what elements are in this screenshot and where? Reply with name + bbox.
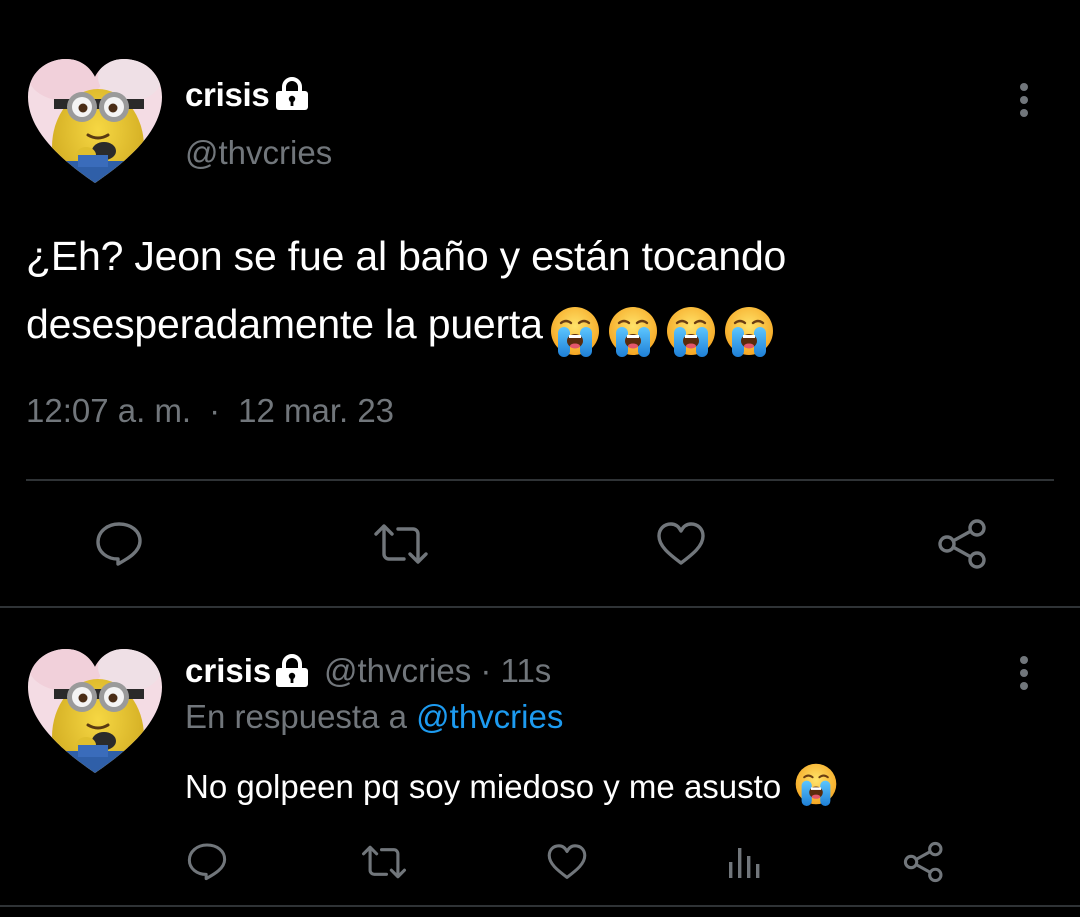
loudly-crying-face-icon xyxy=(549,305,601,357)
lock-icon xyxy=(276,77,308,110)
avatar[interactable] xyxy=(26,55,164,185)
divider xyxy=(0,905,1080,907)
tweet-text: ¿Eh? Jeon se fue al baño y están tocando… xyxy=(26,222,1036,362)
avatar[interactable] xyxy=(26,645,164,775)
separator: · xyxy=(209,392,221,429)
handle[interactable]: @thvcries xyxy=(185,134,332,172)
share-icon[interactable] xyxy=(903,841,945,883)
reply-header: crisis xyxy=(185,652,271,690)
display-name[interactable]: crisis xyxy=(185,652,271,689)
reply-prefix: En respuesta a xyxy=(185,698,407,735)
reply-text: No golpeen pq soy miedoso y me asusto xyxy=(185,762,838,806)
loudly-crying-face-icon xyxy=(607,305,659,357)
section-divider xyxy=(0,606,1080,608)
time-ago[interactable]: 11s xyxy=(501,652,552,689)
like-icon[interactable] xyxy=(546,843,588,881)
reply-context: En respuesta a @thvcries xyxy=(185,698,563,736)
analytics-icon[interactable] xyxy=(727,842,761,880)
display-name[interactable]: crisis xyxy=(185,76,270,114)
tweet-meta: 12:07 a. m. · 12 mar. 23 xyxy=(26,392,394,430)
loudly-crying-face-icon xyxy=(665,305,717,357)
lock-icon xyxy=(276,654,308,687)
tweet-time[interactable]: 12:07 a. m. xyxy=(26,392,191,429)
loudly-crying-face-icon xyxy=(794,762,838,806)
reply-icon[interactable] xyxy=(94,518,144,568)
reply-body: No golpeen pq soy miedoso y me asusto xyxy=(185,768,782,805)
handle[interactable]: @thvcries xyxy=(324,652,471,689)
divider xyxy=(26,479,1054,481)
like-icon[interactable] xyxy=(655,521,707,567)
separator: · xyxy=(480,652,492,689)
more-options-icon[interactable] xyxy=(1018,82,1030,118)
main-tweet[interactable]: crisis @thvcries ¿Eh? Jeon se fue al bañ… xyxy=(0,0,1080,607)
tweet-date[interactable]: 12 mar. 23 xyxy=(238,392,394,429)
reply-icon[interactable] xyxy=(186,840,228,882)
retweet-icon[interactable] xyxy=(360,844,408,880)
share-icon[interactable] xyxy=(937,518,989,570)
tweet-thread: crisis @thvcries ¿Eh? Jeon se fue al bañ… xyxy=(0,0,1080,917)
emoji-group xyxy=(543,294,775,362)
retweet-icon[interactable] xyxy=(372,522,430,566)
loudly-crying-face-icon xyxy=(723,305,775,357)
more-options-icon[interactable] xyxy=(1018,655,1030,691)
reply-meta: @thvcries · 11s xyxy=(324,652,551,690)
mention-link[interactable]: @thvcries xyxy=(416,698,563,735)
